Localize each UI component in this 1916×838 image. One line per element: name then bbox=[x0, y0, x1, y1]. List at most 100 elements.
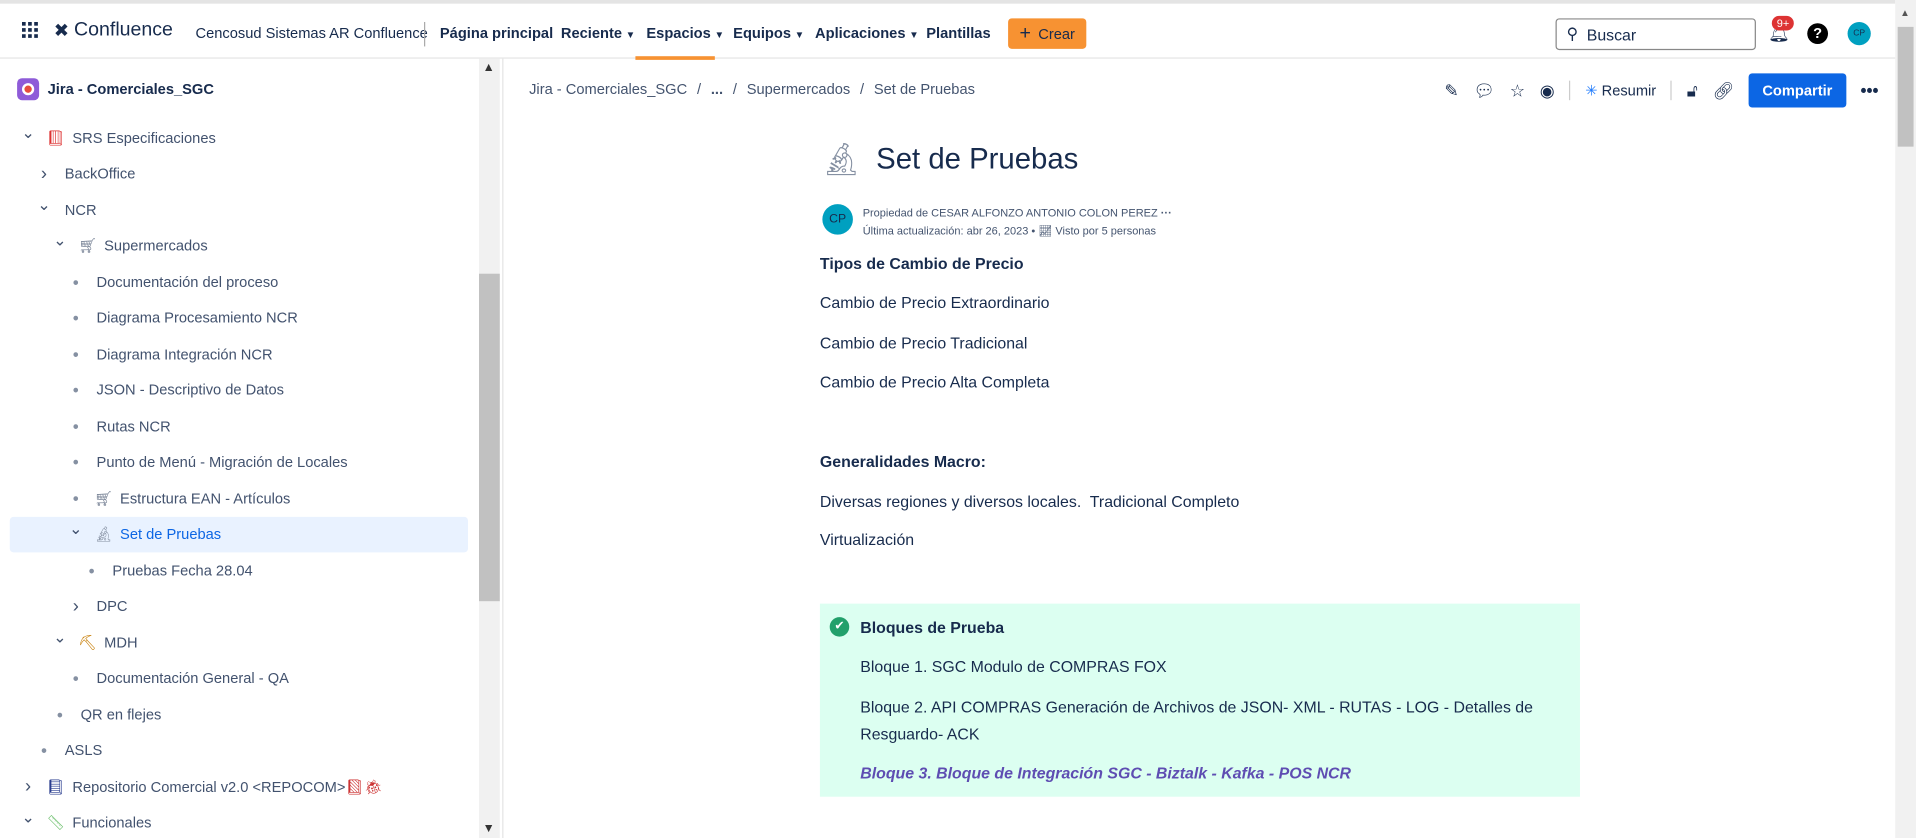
share-button[interactable]: Compartir bbox=[1748, 73, 1846, 108]
create-button[interactable]: + Crear bbox=[1008, 18, 1087, 49]
scroll-thumb[interactable] bbox=[479, 273, 500, 602]
space-header[interactable]: Jira - Comerciales_SGC bbox=[17, 78, 214, 101]
chevron-down-icon[interactable]: ⌄ bbox=[67, 519, 84, 539]
comment-icon[interactable]: 💬︎ bbox=[1473, 80, 1495, 101]
views-count[interactable]: Visto por 5 personas bbox=[1055, 225, 1156, 237]
owner-text[interactable]: Propiedad de CESAR ALFONZO ANTONIO COLON… bbox=[863, 207, 1158, 219]
scroll-thumb[interactable] bbox=[1897, 26, 1914, 147]
paragraph: Virtualización bbox=[819, 530, 915, 549]
paragraph: Cambio de Precio Tradicional bbox=[819, 333, 1028, 352]
tree-item[interactable]: › BackOffice bbox=[10, 156, 468, 191]
nav-apps[interactable]: Aplicaciones ▼ bbox=[815, 24, 919, 41]
breadcrumb-ellipsis[interactable]: ... bbox=[711, 81, 723, 98]
tree-item[interactable]: • Diagrama Procesamiento NCR bbox=[10, 300, 468, 335]
help-icon[interactable]: ? bbox=[1807, 23, 1829, 44]
paragraph: Diversas regiones y diversos locales. Tr… bbox=[819, 492, 1240, 511]
cart-icon: 🛒︎ bbox=[78, 237, 97, 255]
nav-home[interactable]: Página principal bbox=[440, 24, 553, 41]
tree-item[interactable]: • Documentación General - QA bbox=[10, 660, 468, 695]
owner-avatar[interactable]: CP bbox=[822, 204, 853, 235]
more-icon[interactable]: ··· bbox=[1161, 207, 1172, 219]
chevron-right-icon[interactable]: › bbox=[67, 596, 84, 617]
chevron-right-icon[interactable]: › bbox=[35, 163, 52, 184]
last-updated: Última actualización: abr 26, 2023 bbox=[862, 224, 1029, 238]
paragraph: Cambio de Precio Alta Completa bbox=[819, 372, 1050, 392]
tree-item[interactable]: • Documentación del proceso bbox=[10, 264, 468, 299]
copy-link-icon[interactable]: 🔗︎ bbox=[1712, 80, 1734, 101]
analytics-icon: 📈︎ bbox=[1038, 224, 1053, 238]
cart-icon: 🛒︎ bbox=[94, 489, 113, 507]
panel-item: Bloque 2. API COMPRAS Generación de Arch… bbox=[860, 697, 1533, 743]
restrictions-lock-icon[interactable]: 🔓︎ bbox=[1687, 80, 1698, 101]
chevron-down-icon: ▼ bbox=[714, 29, 725, 41]
tree-item[interactable]: › 📘︎ Repositorio Comercial v2.0 <REPOCOM> … bbox=[10, 769, 468, 804]
tree-item-label: Rutas NCR bbox=[96, 417, 171, 435]
bullet-icon: • bbox=[56, 704, 63, 724]
confluence-logo[interactable]: ✖ Confluence bbox=[54, 20, 173, 42]
tree-item-label: MDH bbox=[104, 633, 138, 651]
tree-item[interactable]: ⌄ 📕︎ SRS Especificaciones bbox=[10, 120, 468, 155]
tree-item-label: Documentación del proceso bbox=[96, 273, 279, 291]
tree-item-label: QR en flejes bbox=[80, 705, 162, 723]
tree-item[interactable]: • Punto de Menú - Migración de Locales bbox=[10, 444, 468, 479]
bullet-icon: • bbox=[72, 343, 79, 364]
scroll-down-icon[interactable]: ▼ bbox=[483, 822, 495, 835]
check-circle-icon: ✔ bbox=[829, 617, 850, 637]
tree-item-label: NCR bbox=[64, 201, 97, 219]
page-title-text: Set de Pruebas bbox=[876, 142, 1079, 176]
tree-item[interactable]: • Diagrama Integración NCR bbox=[10, 336, 468, 371]
app-switcher-icon[interactable] bbox=[21, 21, 39, 39]
user-avatar[interactable]: CP bbox=[1847, 21, 1871, 46]
bullet-icon: • bbox=[72, 452, 79, 472]
notification-badge: 9+ bbox=[1771, 15, 1795, 31]
breadcrumb-current[interactable]: Set de Pruebas bbox=[874, 81, 975, 98]
tree-item[interactable]: • Rutas NCR bbox=[10, 408, 468, 443]
summarize-button[interactable]: ✳ Resumir bbox=[1585, 82, 1656, 99]
paragraph: Cambio de Precio Extraordinario bbox=[819, 293, 1050, 312]
site-name[interactable]: Cencosud Sistemas AR Confluence bbox=[196, 24, 428, 41]
nav-templates[interactable]: Plantillas bbox=[926, 24, 990, 41]
scroll-up-icon[interactable]: ▲ bbox=[483, 61, 495, 74]
divider bbox=[1569, 80, 1571, 101]
chevron-down-icon[interactable]: ⌄ bbox=[20, 123, 37, 143]
tree-item[interactable]: • ASLS bbox=[10, 733, 468, 768]
tree-item[interactable]: ⌄ 📏︎ Funcionales bbox=[10, 805, 468, 838]
sparkle-icon: ✳ bbox=[1585, 81, 1598, 99]
more-actions-icon[interactable]: ••• bbox=[1860, 81, 1878, 101]
edit-pencil-icon[interactable]: ✎ bbox=[1444, 80, 1458, 101]
tree-item[interactable]: ⌄ 🛒︎ Supermercados bbox=[10, 228, 468, 263]
panel-item: Bloque 1. SGC Modulo de COMPRAS FOX bbox=[860, 657, 1167, 676]
chevron-down-icon[interactable]: ⌄ bbox=[35, 195, 52, 215]
tree-item[interactable]: ⌄ NCR bbox=[10, 192, 468, 227]
breadcrumb-space[interactable]: Jira - Comerciales_SGC bbox=[529, 81, 687, 98]
page-actions: ✎ 💬︎ ☆ ◉ ✳ Resumir 🔓︎ 🔗︎ Compartir ••• bbox=[1444, 73, 1878, 108]
chevron-down-icon[interactable]: ⌄ bbox=[51, 231, 68, 251]
nav-spaces[interactable]: Espacios ▼ bbox=[646, 24, 724, 41]
nav-teams[interactable]: Equipos ▼ bbox=[733, 24, 804, 41]
scroll-up-icon[interactable]: ▲ bbox=[1900, 7, 1910, 18]
bullet-icon: • bbox=[72, 271, 79, 292]
tree-item[interactable]: › DPC bbox=[10, 588, 468, 623]
emoji-icons: 📗︎🐞︎ bbox=[345, 777, 383, 795]
tree-item[interactable]: • QR en flejes bbox=[10, 697, 468, 732]
tree-item[interactable]: ⌄ ⛏ MDH bbox=[10, 624, 468, 659]
star-icon[interactable]: ☆ bbox=[1510, 80, 1525, 101]
search-input[interactable]: ⚲ Buscar bbox=[1555, 18, 1756, 51]
chevron-down-icon: ▼ bbox=[794, 29, 805, 41]
sidebar-scrollbar[interactable]: ▲ ▼ bbox=[479, 58, 500, 838]
bullet-icon: • bbox=[72, 416, 79, 436]
chevron-right-icon[interactable]: › bbox=[20, 776, 37, 797]
tree-item[interactable]: • 🛒︎ Estructura EAN - Artículos bbox=[10, 480, 468, 515]
tree-item[interactable]: • JSON - Descriptivo de Datos bbox=[10, 372, 468, 407]
chevron-down-icon[interactable]: ⌄ bbox=[51, 627, 68, 647]
page-scrollbar[interactable]: ▲ bbox=[1895, 0, 1916, 838]
chevron-down-icon[interactable]: ⌄ bbox=[20, 808, 37, 828]
watch-eye-icon[interactable]: ◉ bbox=[1540, 80, 1555, 101]
tree-item[interactable]: • Pruebas Fecha 28.04 bbox=[10, 552, 468, 587]
tree-item-label: Pruebas Fecha 28.04 bbox=[112, 561, 253, 579]
success-panel: ✔ Bloques de Prueba Bloque 1. SGC Modulo… bbox=[819, 603, 1580, 797]
nav-recent[interactable]: Reciente ▼ bbox=[561, 24, 635, 41]
breadcrumb-supermercados[interactable]: Supermercados bbox=[747, 81, 851, 98]
tree-item[interactable]: ⌄ 🔬︎ Set de Pruebas bbox=[9, 516, 469, 552]
panel-item: Bloque 3. Bloque de Integración SGC - Bi… bbox=[860, 763, 1352, 783]
